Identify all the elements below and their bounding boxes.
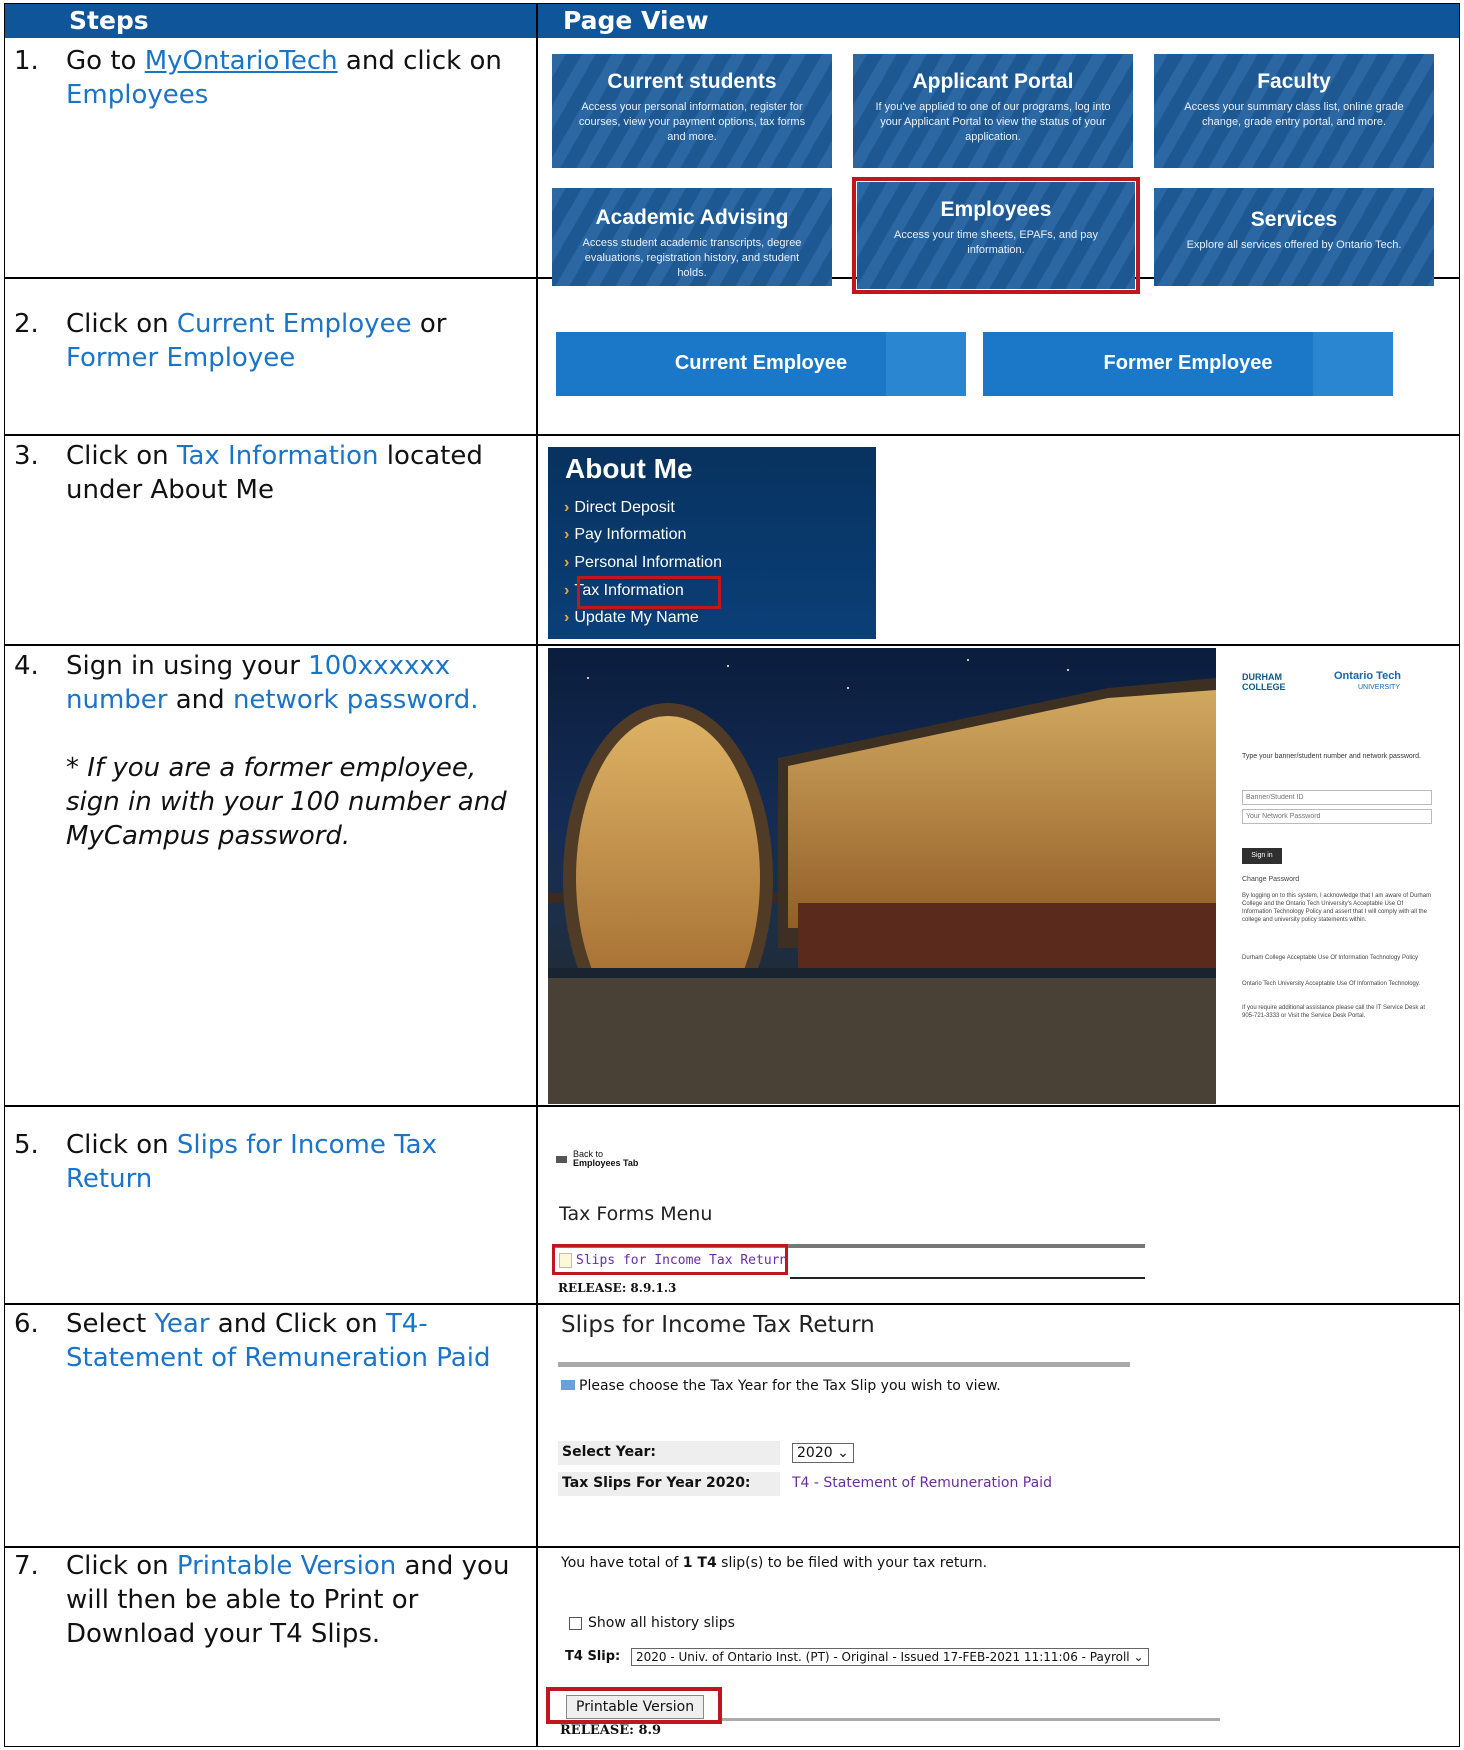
- tile-current-students[interactable]: Current students Access your personal in…: [552, 54, 832, 168]
- menu-item-update-my-name[interactable]: › Update My Name: [564, 609, 699, 627]
- step-5: 5. Click on Slips for Income Tax Return: [14, 1130, 437, 1194]
- back-to-employees-link[interactable]: Back to Employees Tab: [556, 1150, 638, 1168]
- step-2: 2. Click on Current Employee or Former E…: [14, 309, 447, 373]
- step-3: 3. Click on Tax Information located unde…: [14, 441, 483, 505]
- tile-services[interactable]: Services Explore all services offered by…: [1154, 188, 1434, 286]
- divider: [722, 1718, 1220, 1721]
- otu-policy-link[interactable]: Ontario Tech University Acceptable Use O…: [1242, 980, 1432, 988]
- chevron-right-icon: ›: [564, 609, 570, 626]
- year-select[interactable]: 2020 ⌄: [792, 1443, 854, 1463]
- page-view-header: Page View: [563, 6, 709, 35]
- chevron-right-icon: ›: [564, 554, 570, 571]
- slips-link-highlight: [552, 1244, 788, 1275]
- menu-item-direct-deposit[interactable]: › Direct Deposit: [564, 499, 675, 517]
- select-year-label: Select Year:: [562, 1444, 657, 1460]
- row-divider: [5, 434, 1459, 436]
- history-checkbox-row: Show all history slips: [569, 1615, 735, 1631]
- myontariotech-link[interactable]: MyOntarioTech: [145, 46, 338, 76]
- chevron-right-icon: ›: [564, 582, 570, 599]
- ontario-tech-logo: Ontario Tech: [1334, 670, 1402, 682]
- back-arrow-icon: [556, 1155, 567, 1163]
- about-me-menu: About Me › Direct Deposit › Pay Informatio…: [548, 447, 876, 639]
- info-icon: [561, 1380, 575, 1390]
- about-me-title: About Me: [565, 453, 693, 484]
- chevron-down-icon: ⌄: [837, 1445, 849, 1461]
- sign-in-button[interactable]: Sign in: [1242, 848, 1282, 864]
- table-header: Steps Page View: [5, 4, 1459, 38]
- row-divider: [5, 1546, 1459, 1548]
- slips-page-title: Slips for Income Tax Return: [561, 1312, 875, 1338]
- row-divider: [5, 644, 1459, 646]
- change-password-link[interactable]: Change Password: [1242, 876, 1299, 883]
- student-id-input[interactable]: [1242, 790, 1432, 805]
- chevron-right-icon: ›: [564, 526, 570, 543]
- t4-slip-select[interactable]: 2020 - Univ. of Ontario Inst. (PT) - Ori…: [631, 1648, 1149, 1666]
- row-divider: [5, 1303, 1459, 1305]
- current-employee-button[interactable]: Current Employee: [556, 332, 966, 396]
- signin-panel: DURHAM COLLEGE Ontario Tech UNIVERSITY T…: [1216, 648, 1436, 1104]
- menu-item-personal-information[interactable]: › Personal Information: [564, 554, 722, 572]
- slip-summary: You have total of 1 T4 slip(s) to be fil…: [561, 1555, 988, 1571]
- durham-college-logo: DURHAM COLLEGE: [1242, 672, 1286, 692]
- step-1: 1. Go to MyOntarioTech and click on Empl…: [14, 46, 502, 110]
- menu-item-pay-information[interactable]: › Pay Information: [564, 526, 686, 544]
- employees-highlight: [852, 177, 1140, 294]
- step-6: 6. Select Year and Click on T4-Statement…: [14, 1309, 491, 1373]
- tile-academic-advising[interactable]: Academic Advising Access student academi…: [552, 188, 832, 286]
- column-divider: [536, 4, 538, 1746]
- t4-slip-label: T4 Slip:: [565, 1649, 621, 1664]
- divider: [790, 1277, 1145, 1279]
- divider: [558, 1362, 1130, 1367]
- info-message: Please choose the Tax Year for the Tax S…: [561, 1378, 1001, 1394]
- former-employee-note: * If you are a former employee, sign in …: [66, 753, 507, 851]
- password-input[interactable]: [1242, 809, 1432, 824]
- history-checkbox[interactable]: [569, 1616, 582, 1630]
- printable-version-highlight: [546, 1687, 722, 1724]
- row-divider: [5, 1105, 1459, 1107]
- tax-slips-label: Tax Slips For Year 2020:: [562, 1475, 751, 1491]
- release-text: RELEASE: 8.9.1.3: [558, 1281, 677, 1295]
- tile-applicant-portal[interactable]: Applicant Portal If you've applied to on…: [853, 54, 1133, 168]
- tax-information-highlight: [577, 576, 721, 609]
- tax-forms-menu-title: Tax Forms Menu: [559, 1203, 713, 1225]
- release-text: RELEASE: 8.9: [560, 1723, 662, 1738]
- former-employee-button[interactable]: Former Employee: [983, 332, 1393, 396]
- steps-header: Steps: [69, 6, 149, 35]
- chevron-right-icon: ›: [564, 499, 570, 516]
- campus-night-photo: [548, 648, 1216, 1104]
- step-7: 7. Click on Printable Version and you wi…: [14, 1551, 510, 1649]
- dc-policy-link[interactable]: Durham College Acceptable Use Of Informa…: [1242, 954, 1432, 962]
- tile-faculty[interactable]: Faculty Access your summary class list, …: [1154, 54, 1434, 168]
- t4-statement-link[interactable]: T4 - Statement of Remuneration Paid: [792, 1475, 1052, 1491]
- step-4: 4. Sign in using your 100xxxxxx number a…: [14, 649, 524, 853]
- chevron-down-icon: ⌄: [1133, 1650, 1144, 1664]
